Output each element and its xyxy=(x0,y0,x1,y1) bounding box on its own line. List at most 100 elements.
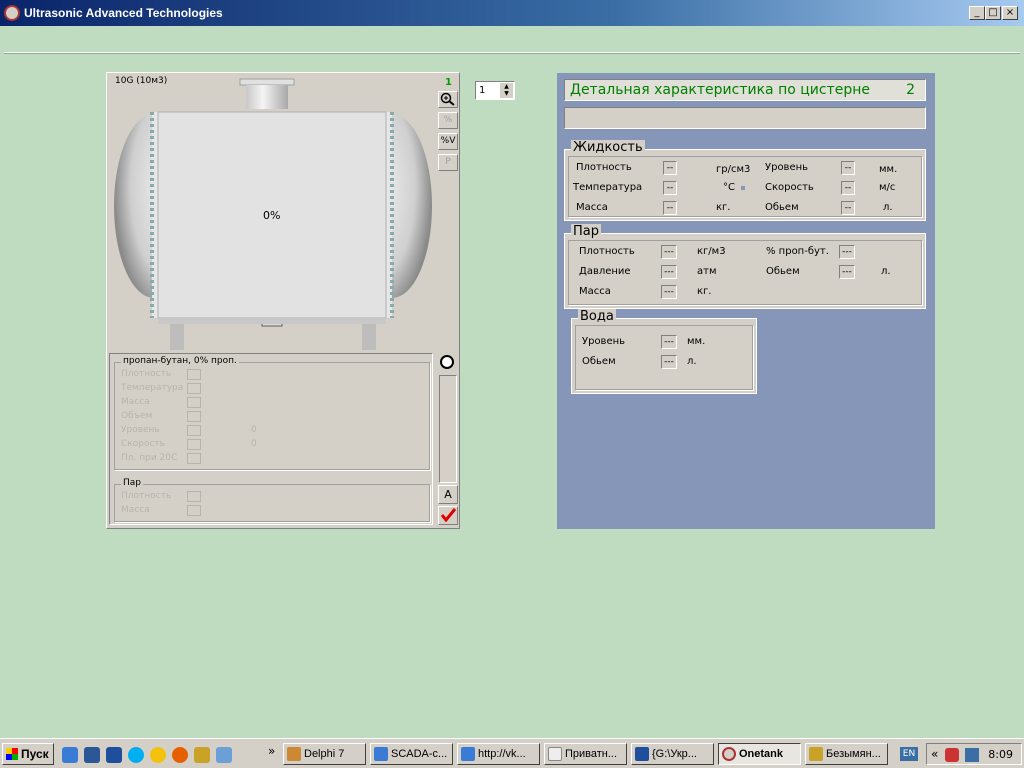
vapor-label: Плотность xyxy=(121,491,172,501)
liquid-speed-value: 0 xyxy=(251,439,257,449)
liquid-density-value: -- xyxy=(663,161,677,175)
task-label: Delphi 7 xyxy=(304,748,345,760)
word-icon[interactable] xyxy=(84,747,100,763)
task-onetank[interactable]: Onetank xyxy=(718,743,801,765)
percent-volume-button[interactable]: %V xyxy=(438,133,458,150)
window-titlebar[interactable]: Ultrasonic Advanced Technologies _ □ × xyxy=(0,0,1024,26)
liquid-label: Плотность xyxy=(121,369,172,379)
tank-number-spinner[interactable]: 1 ▲ ▼ xyxy=(475,81,515,100)
detail-panel: Детальная характеристика по цистерне 2 Ж… xyxy=(557,73,935,529)
confirm-button[interactable] xyxy=(438,506,458,525)
detail-status-bar xyxy=(564,107,926,129)
water-group: Вода Уровень --- мм. Обьем --- л. xyxy=(571,309,757,394)
start-button[interactable]: Пуск xyxy=(2,743,54,765)
liquid-label: Пл. при 20С xyxy=(121,453,178,463)
tank-panel: 10G (10м3) 0% 1 % %V P пропан-бутан, 0% … xyxy=(106,72,460,529)
language-indicator[interactable]: EN xyxy=(900,747,918,761)
maximize-button[interactable]: □ xyxy=(985,6,1001,20)
liquid-info-group: пропан-бутан, 0% проп. Плотность Темпера… xyxy=(114,356,430,470)
task-delphi[interactable]: Delphi 7 xyxy=(283,743,366,765)
liquid-speed-label: Скорость xyxy=(765,182,814,193)
task-scada[interactable]: SCADA-с... xyxy=(370,743,453,765)
network-icon[interactable] xyxy=(965,748,979,762)
tray-chevron[interactable]: « xyxy=(931,747,938,761)
tank-info-area: пропан-бутан, 0% проп. Плотность Темпера… xyxy=(109,353,433,525)
liquid-mass-value: -- xyxy=(663,201,677,215)
water-volume-label: Обьем xyxy=(582,356,616,367)
tank-hatch-top xyxy=(239,78,295,86)
detail-header: Детальная характеристика по цистерне 2 xyxy=(564,79,926,101)
zoom-in-button[interactable] xyxy=(438,91,458,108)
vapor-pressure-value: --- xyxy=(661,265,677,279)
minimize-button[interactable]: _ xyxy=(969,6,985,20)
spinner-up-icon[interactable]: ▲ xyxy=(500,83,513,90)
vapor-value-box xyxy=(187,505,201,516)
vapor-propane-label: % проп-бут. xyxy=(766,246,829,257)
vapor-group: Пар Плотность --- кг/м3 % проп-бут. --- … xyxy=(564,224,926,309)
task-label: http://vk... xyxy=(478,748,526,760)
liquid-volume-label: Обьем xyxy=(765,202,799,213)
auto-button[interactable]: A xyxy=(438,485,458,504)
window-title: Ultrasonic Advanced Technologies xyxy=(24,6,223,20)
water-volume-value: --- xyxy=(661,355,677,369)
app-icon-lightblue[interactable] xyxy=(216,747,232,763)
liquid-speed-unit: м/с xyxy=(879,182,896,193)
vapor-mass-unit: кг. xyxy=(697,286,712,297)
firefox-icon[interactable] xyxy=(172,747,188,763)
vapor-mass-label: Масса xyxy=(579,286,611,297)
antivirus-icon[interactable] xyxy=(945,748,959,762)
liquid-level-value: 0 xyxy=(251,425,257,435)
skype-icon[interactable] xyxy=(128,747,144,763)
system-tray: « 8:09 xyxy=(926,743,1022,765)
liquid-value-box xyxy=(187,453,201,464)
spinner-buttons: ▲ ▼ xyxy=(500,83,513,98)
liquid-level-value: -- xyxy=(841,161,855,175)
liquid-value-box xyxy=(187,397,201,408)
liquid-label: Масса xyxy=(121,397,150,407)
liquid-title: Жидкость xyxy=(571,140,645,155)
liquid-volume-unit: л. xyxy=(883,202,893,213)
task-label: Безымян... xyxy=(826,748,881,760)
ie-icon[interactable] xyxy=(62,747,78,763)
liquid-mass-unit: кг. xyxy=(716,202,731,213)
taskbar: Пуск » Delphi 7 SCADA-с... http://vk... … xyxy=(0,738,1024,768)
liquid-label: Температура xyxy=(121,383,184,393)
vapor-density-value: --- xyxy=(661,245,677,259)
liquid-group-title: пропан-бутан, 0% проп. xyxy=(121,356,239,366)
app-icon[interactable] xyxy=(4,5,20,21)
tank-tools: 1 % %V P xyxy=(437,75,459,351)
pressure-button[interactable]: P xyxy=(438,154,458,171)
task-paint[interactable]: Безымян... xyxy=(805,743,888,765)
vapor-mass-value: --- xyxy=(661,285,677,299)
spinner-down-icon[interactable]: ▼ xyxy=(500,90,513,97)
chrome-icon[interactable] xyxy=(150,747,166,763)
water-volume-unit: л. xyxy=(687,356,697,367)
vapor-volume-unit: л. xyxy=(881,266,891,277)
toolbar-area xyxy=(4,26,1020,53)
task-private[interactable]: Приватн... xyxy=(544,743,627,765)
tank-fill-percent: 0% xyxy=(263,209,281,222)
liquid-temp-value: -- xyxy=(663,181,677,195)
liquid-volume-value: -- xyxy=(841,201,855,215)
water-level-value: --- xyxy=(661,335,677,349)
liquid-group: Жидкость Плотность -- гр/см3 Уровень -- … xyxy=(564,140,926,221)
task-browser[interactable]: http://vk... xyxy=(457,743,540,765)
vapor-label: Масса xyxy=(121,505,150,515)
side-scroll-track[interactable] xyxy=(439,375,457,483)
vapor-info-group: Пар Плотность Масса xyxy=(114,478,430,522)
detail-title: Детальная характеристика по цистерне xyxy=(570,82,870,98)
close-button[interactable]: × xyxy=(1002,6,1018,20)
quicklaunch-chevron[interactable]: » xyxy=(268,744,275,758)
vapor-density-unit: кг/м3 xyxy=(697,246,726,257)
app-icon-gold[interactable] xyxy=(194,747,210,763)
task-label: Onetank xyxy=(739,748,784,760)
percent-button[interactable]: % xyxy=(438,112,458,129)
status-circle-icon[interactable] xyxy=(440,355,454,369)
liquid-temp-unit: °С xyxy=(723,182,735,193)
liquid-value-box xyxy=(187,383,201,394)
task-label: Приватн... xyxy=(565,748,618,760)
liquid-level-label: Уровень xyxy=(765,162,809,173)
app-icon-blue[interactable] xyxy=(106,747,122,763)
magnifier-icon xyxy=(440,92,455,106)
task-folder[interactable]: {G:\Укр... xyxy=(631,743,714,765)
